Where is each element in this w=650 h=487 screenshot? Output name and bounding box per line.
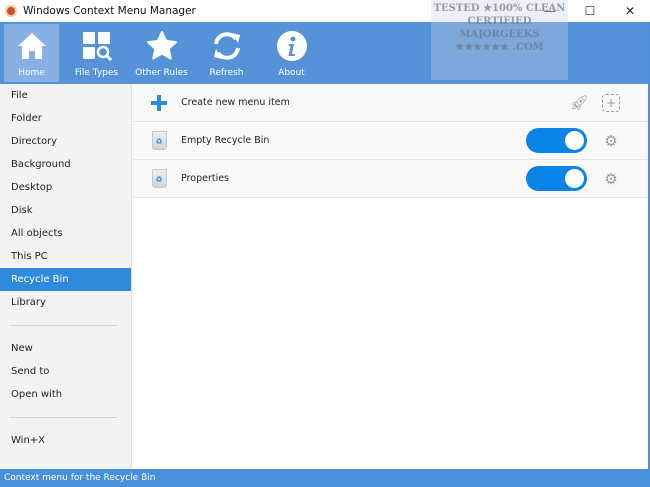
file-types-icon <box>82 32 112 62</box>
sidebar-item-open-with[interactable]: Open with <box>0 383 131 406</box>
sidebar: File Folder Directory Background Desktop… <box>0 84 132 469</box>
star-icon <box>146 31 177 60</box>
create-new-menu-item-row[interactable]: Create new menu item 🚀︎ + <box>133 84 648 122</box>
status-bar: Context menu for the Recycle Bin <box>0 469 650 487</box>
info-icon <box>276 31 307 61</box>
sidebar-item-desktop[interactable]: Desktop <box>0 176 131 199</box>
sidebar-item-file[interactable]: File <box>0 84 131 107</box>
rocket-icon[interactable]: 🚀︎ <box>569 94 588 112</box>
window-title: Windows Context Menu Manager <box>23 5 196 17</box>
sidebar-item-send-to[interactable]: Send to <box>0 360 131 383</box>
toolbar-label: Home <box>18 68 45 78</box>
refresh-icon <box>213 32 240 60</box>
gear-icon[interactable]: ⚙ <box>602 132 620 150</box>
toolbar-refresh[interactable]: Refresh <box>199 24 254 82</box>
toolbar-other-rules[interactable]: Other Rules <box>134 24 189 82</box>
recycle-bin-icon: ♻ <box>148 130 170 152</box>
recycle-bin-icon: ♻ <box>148 168 170 190</box>
sidebar-item-this-pc[interactable]: This PC <box>0 245 131 268</box>
toolbar-label: File Types <box>74 68 119 78</box>
sidebar-item-win-x[interactable]: Win+X <box>0 429 131 452</box>
divider <box>10 417 117 418</box>
gear-icon[interactable]: ⚙ <box>602 170 620 188</box>
list-item: ♻ Empty Recycle Bin ⚙ <box>133 122 648 160</box>
enable-toggle[interactable] <box>526 166 587 191</box>
close-button[interactable]: ✕ <box>610 0 650 22</box>
toolbar-file-types[interactable]: File Types <box>69 24 124 82</box>
sidebar-item-background[interactable]: Background <box>0 153 131 176</box>
enable-toggle[interactable] <box>526 128 587 153</box>
add-icon[interactable]: + <box>602 93 620 112</box>
app-icon <box>5 5 17 17</box>
list-item: ♻ Properties ⚙ <box>133 160 648 198</box>
toolbar-label: Other Rules <box>135 68 188 78</box>
sidebar-item-folder[interactable]: Folder <box>0 107 131 130</box>
sidebar-item-directory[interactable]: Directory <box>0 130 131 153</box>
majorgeeks-watermark: TESTED ★100% CLEAN CERTIFIED MAJORGEEKS ★★★… <box>431 0 568 80</box>
plus-icon <box>148 92 170 114</box>
menu-item-list: Create new menu item 🚀︎ + ♻ Empty Recycl… <box>133 84 648 469</box>
toolbar-home[interactable]: Home <box>4 24 59 82</box>
sidebar-item-library[interactable]: Library <box>0 291 131 314</box>
create-label: Create new menu item <box>181 97 290 108</box>
item-label: Properties <box>181 173 230 184</box>
maximize-button[interactable]: ☐ <box>570 0 610 22</box>
item-label: Empty Recycle Bin <box>181 135 270 146</box>
toolbar-about[interactable]: About <box>264 24 319 82</box>
divider <box>10 325 117 326</box>
home-icon <box>17 33 46 59</box>
sidebar-item-new[interactable]: New <box>0 337 131 360</box>
sidebar-item-recycle-bin[interactable]: Recycle Bin <box>0 268 131 291</box>
sidebar-item-disk[interactable]: Disk <box>0 199 131 222</box>
toolbar-label: Refresh <box>209 68 244 78</box>
toolbar-label: About <box>278 68 305 78</box>
sidebar-item-all-objects[interactable]: All objects <box>0 222 131 245</box>
